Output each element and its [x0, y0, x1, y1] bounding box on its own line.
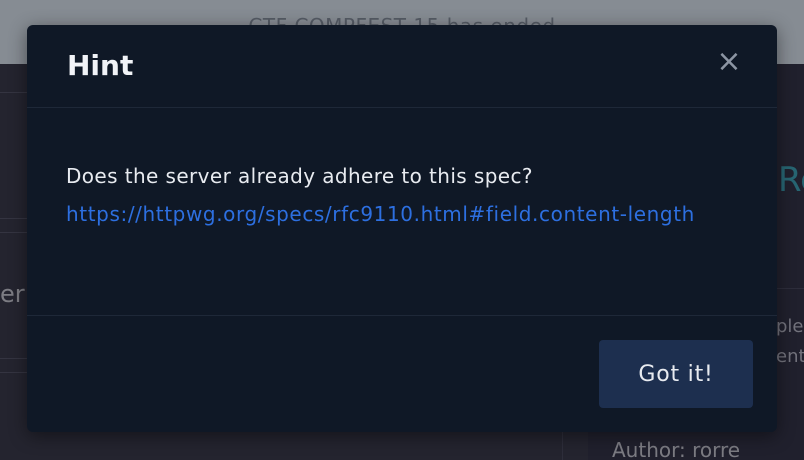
hint-modal: Hint × Does the server already adhere to…	[27, 25, 777, 432]
page: CTF COMPFEST 15 has ended er Re ple ent …	[0, 0, 804, 460]
modal-title: Hint	[67, 49, 134, 82]
hint-text: Does the server already adhere to this s…	[66, 164, 533, 188]
spec-link[interactable]: https://httpwg.org/specs/rfc9110.html#fi…	[66, 198, 706, 230]
modal-header: Hint ×	[27, 25, 777, 108]
modal-body: Does the server already adhere to this s…	[27, 108, 777, 316]
got-it-button[interactable]: Got it!	[599, 340, 753, 408]
close-icon[interactable]: ×	[715, 47, 743, 77]
